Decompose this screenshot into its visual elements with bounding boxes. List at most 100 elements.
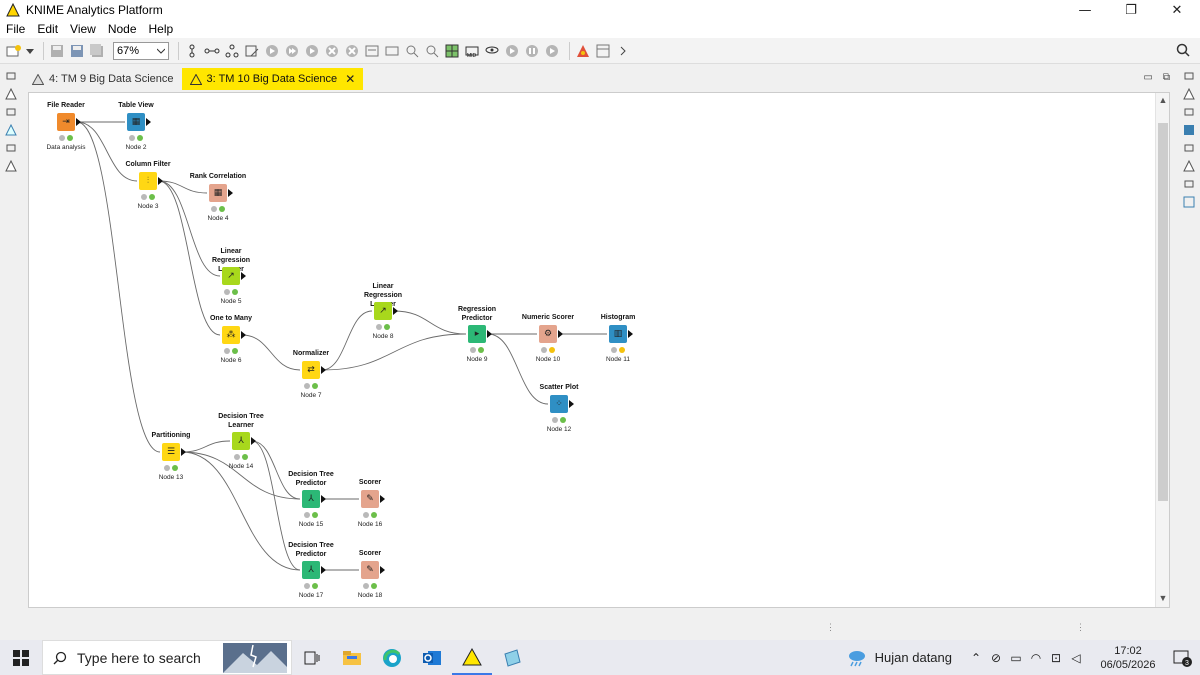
scroll-up-icon[interactable]: ▲ [1157, 95, 1169, 107]
node-title[interactable]: Decision Tree Learner [201, 412, 281, 430]
weather-widget[interactable]: Hujan datang [847, 649, 952, 667]
node-file-reader[interactable]: File Reader ⇥ Data analysis [29, 101, 106, 161]
node-icon[interactable]: ☰ [162, 443, 180, 461]
node-normalizer[interactable]: Normalizer ⇄ Node 7 [271, 349, 351, 409]
annotation-icon[interactable]: MID [464, 43, 480, 59]
node-icon[interactable]: ↗ [374, 302, 392, 320]
align-icon[interactable] [184, 43, 200, 59]
node-label[interactable]: Node 10 [508, 356, 588, 363]
node-icon[interactable]: ↗ [222, 267, 240, 285]
node-title[interactable]: Regression Predictor [437, 305, 517, 323]
node-label[interactable]: Node 11 [578, 356, 658, 363]
scroll-thumb[interactable] [1158, 123, 1168, 501]
more-chevron-icon[interactable] [615, 43, 631, 59]
wifi-icon[interactable]: ◠ [1027, 651, 1045, 665]
node-title[interactable]: Column Filter [108, 160, 188, 169]
close-button[interactable]: ✕ [1154, 0, 1200, 20]
node-label[interactable]: Node 4 [178, 215, 258, 222]
node-one-to-many[interactable]: One to Many ⁂ Node 6 [191, 314, 271, 374]
menu-node[interactable]: Node [102, 22, 143, 36]
restore-icon[interactable] [4, 142, 18, 154]
restore-icon[interactable] [4, 106, 18, 118]
node-scatter-plot[interactable]: Scatter Plot ⁘ Node 12 [519, 383, 599, 443]
configure-icon[interactable] [244, 43, 260, 59]
tab-tm9[interactable]: 4: TM 9 Big Data Science [24, 68, 182, 90]
menu-help[interactable]: Help [143, 22, 180, 36]
node-icon[interactable]: ✎ [361, 490, 379, 508]
save-all-icon[interactable] [89, 43, 105, 59]
node-scorer-16[interactable]: Scorer ✎ Node 16 [330, 478, 410, 538]
edge-browser-icon[interactable] [372, 640, 412, 675]
app-taskbar-icon[interactable] [492, 640, 532, 675]
execute-all-icon[interactable] [284, 43, 300, 59]
node-icon[interactable]: ▦ [127, 113, 145, 131]
node-monitor-icon[interactable] [1182, 124, 1196, 136]
restore-icon[interactable] [1182, 106, 1196, 118]
node-title[interactable]: Histogram [578, 313, 658, 322]
node-label[interactable]: Node 6 [191, 357, 271, 364]
file-explorer-icon[interactable] [332, 640, 372, 675]
node-scorer-18[interactable]: Scorer ✎ Node 18 [330, 549, 410, 607]
node-lin-reg-learner-8[interactable]: Linear Regression Learner↗Node 8 [343, 282, 423, 342]
node-label[interactable]: Data analysis [29, 144, 106, 151]
execute-open-view-icon[interactable] [304, 43, 320, 59]
menu-view[interactable]: View [64, 22, 102, 36]
maximize-button[interactable]: ❐ [1108, 0, 1154, 20]
scroll-down-icon[interactable]: ▼ [1157, 593, 1169, 605]
maximize-editor-icon[interactable]: ⧉ [1163, 72, 1170, 83]
restore-icon[interactable] [1182, 142, 1196, 154]
node-histogram[interactable]: Histogram ▥ Node 11 [578, 313, 658, 373]
knime-taskbar-icon[interactable] [452, 640, 492, 675]
node-partitioning[interactable]: Partitioning ☰ Node 13 [131, 431, 211, 491]
node-table-view[interactable]: Table View ▦ Node 2 [96, 101, 176, 161]
node-label[interactable]: Node 8 [343, 333, 423, 340]
node-label[interactable]: Node 5 [191, 298, 271, 305]
console-icon[interactable] [1182, 160, 1196, 172]
node-description-icon[interactable] [404, 43, 420, 59]
new-dropdown-icon[interactable] [26, 43, 34, 59]
node-title[interactable]: Scatter Plot [519, 383, 599, 392]
layout-editor-icon[interactable] [595, 43, 611, 59]
save-as-icon[interactable] [69, 43, 85, 59]
restore-icon[interactable] [1182, 70, 1196, 82]
save-icon[interactable] [49, 43, 65, 59]
battery-icon[interactable]: ▭ [1007, 651, 1025, 665]
restore-icon[interactable] [1182, 178, 1196, 190]
minimize-editor-icon[interactable]: ▭ [1143, 72, 1152, 83]
vertical-layout-icon[interactable] [224, 43, 240, 59]
grid-icon[interactable] [444, 43, 460, 59]
outline-icon[interactable] [1182, 196, 1196, 208]
node-icon[interactable]: ⚙ [539, 325, 557, 343]
node-column-filter[interactable]: Column Filter ⫶ Node 3 [108, 160, 188, 220]
node-label[interactable]: Node 9 [437, 356, 517, 363]
pause-loop-icon[interactable] [544, 43, 560, 59]
node-icon[interactable]: ⫶ [139, 172, 157, 190]
node-label[interactable]: Node 14 [201, 463, 281, 470]
hide-node-names-icon[interactable] [484, 43, 500, 59]
outlook-icon[interactable] [412, 640, 452, 675]
node-title[interactable]: Normalizer [271, 349, 351, 358]
knime-explorer-icon[interactable] [4, 88, 18, 100]
reset-icon[interactable] [364, 43, 380, 59]
node-title[interactable]: Partitioning [131, 431, 211, 440]
node-title[interactable]: Rank Correlation [178, 172, 258, 181]
task-view-icon[interactable] [292, 640, 332, 675]
node-icon[interactable]: ⇥ [57, 113, 75, 131]
tab-tm10[interactable]: 3: TM 10 Big Data Science ✕ [181, 68, 364, 90]
notification-icon[interactable]: 3 [1164, 649, 1200, 667]
volume-icon[interactable]: ◁ [1067, 651, 1085, 665]
node-icon[interactable]: ⅄ [302, 490, 320, 508]
node-icon[interactable]: ⁘ [550, 395, 568, 413]
taskbar-search-input[interactable]: Type here to search [42, 640, 292, 675]
node-label[interactable]: Node 3 [108, 203, 188, 210]
node-title[interactable]: File Reader [29, 101, 106, 110]
debug-icon[interactable] [575, 43, 591, 59]
menu-edit[interactable]: Edit [31, 22, 64, 36]
node-label[interactable]: Node 7 [271, 392, 351, 399]
edit-name-icon[interactable] [384, 43, 400, 59]
node-title[interactable]: Table View [96, 101, 176, 110]
close-icon[interactable]: ✕ [345, 72, 355, 86]
menu-file[interactable]: File [0, 22, 31, 36]
new-workflow-icon[interactable] [6, 43, 22, 59]
vertical-scrollbar[interactable]: ▲ ▼ [1155, 93, 1169, 607]
